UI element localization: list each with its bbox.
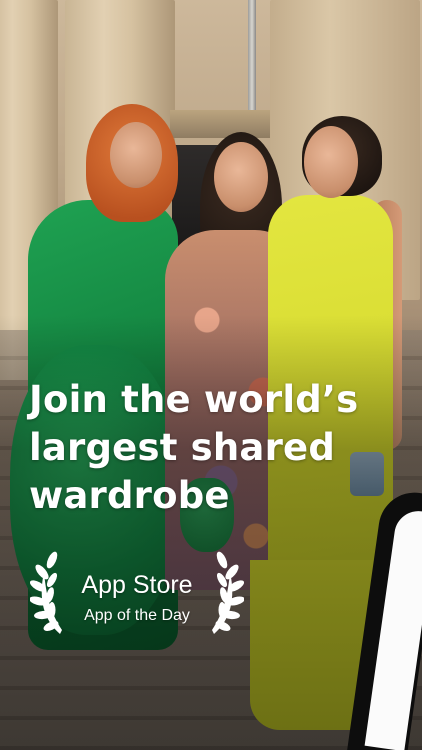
app-store-screenshot: Join the world’s largest shared wardrobe…: [0, 0, 422, 750]
headline-line-2: largest shared: [29, 426, 336, 469]
headline: Join the world’s largest shared wardrobe: [29, 376, 399, 520]
headline-line-1: Join the world’s: [29, 378, 359, 421]
headline-line-3: wardrobe: [29, 474, 230, 517]
app-of-the-day-award: App Store App of the Day: [30, 548, 244, 640]
laurel-right-icon: [212, 551, 244, 634]
